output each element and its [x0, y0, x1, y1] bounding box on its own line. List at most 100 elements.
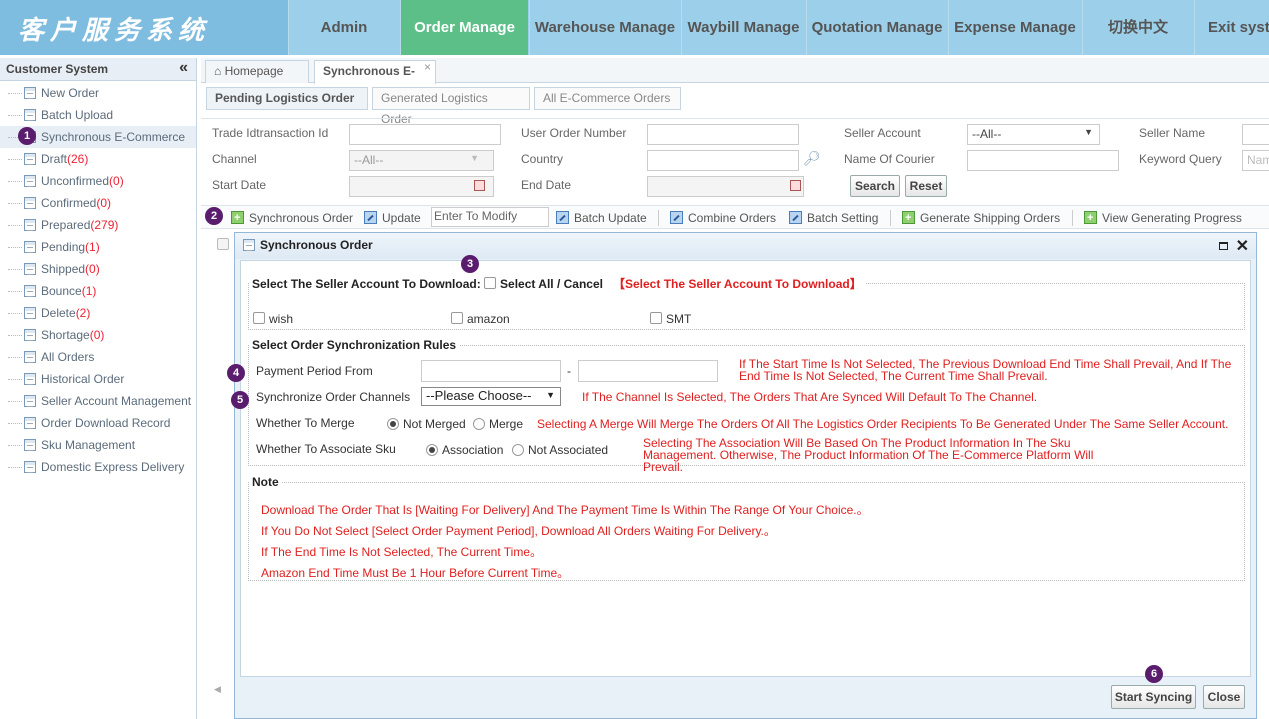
merge-radio[interactable] — [473, 418, 485, 430]
trade-id-input[interactable] — [349, 124, 501, 145]
payment-end-input[interactable] — [578, 360, 718, 382]
sync-order-button[interactable]: Synchronous Order — [231, 209, 353, 227]
sidebar-item[interactable]: Bounce(1) — [8, 280, 96, 302]
subtab-pending-logistics[interactable]: Pending Logistics Order — [206, 87, 368, 110]
batch-setting-button[interactable]: Batch Setting — [789, 209, 878, 227]
sidebar-item[interactable]: Seller Account Management — [8, 390, 191, 412]
country-input[interactable] — [647, 150, 799, 171]
keyword-label: Keyword Query — [1139, 152, 1222, 166]
reset-button[interactable]: Reset — [905, 175, 947, 197]
nav-admin[interactable]: Admin — [288, 0, 399, 55]
subtab-all-ecommerce[interactable]: All E-Commerce Orders — [534, 87, 681, 110]
tree-connector — [8, 159, 22, 161]
not-merged-radio[interactable] — [387, 418, 399, 430]
sidebar-item-count: (0) — [89, 328, 105, 342]
grid-scroll-arrow[interactable]: ◀ — [214, 684, 221, 695]
sidebar-item-label: Historical Order — [41, 372, 125, 386]
start-date-input[interactable] — [349, 176, 494, 197]
sidebar-item[interactable]: Draft(26) — [8, 148, 88, 170]
channel-select[interactable]: --All-- ▼ — [349, 150, 494, 171]
edit-icon — [556, 211, 569, 224]
nav-exit[interactable]: Exit syst — [1194, 0, 1269, 55]
subtab-generated-logistics[interactable]: Generated Logistics Order — [372, 87, 530, 126]
sidebar-item-label: Order Download Record — [41, 416, 171, 430]
home-icon: ⌂ — [214, 64, 222, 78]
sidebar-item[interactable]: Shortage(0) — [8, 324, 104, 346]
note-fieldset: Note Download The Order That Is [Waiting… — [248, 475, 1245, 581]
sidebar-item-count: (1) — [81, 284, 97, 298]
collapse-icon[interactable]: « — [179, 59, 188, 77]
sidebar-item[interactable]: Prepared(279) — [8, 214, 118, 236]
generate-shipping-label: Generate Shipping Orders — [920, 211, 1061, 225]
sidebar-item[interactable]: New Order — [8, 82, 99, 104]
sidebar-item[interactable]: Delete(2) — [8, 302, 90, 324]
sidebar-item[interactable]: Confirmed(0) — [8, 192, 111, 214]
close-button[interactable]: Close — [1203, 685, 1245, 709]
tab-homepage[interactable]: ⌂ Homepage — [205, 60, 309, 83]
add-icon — [902, 209, 915, 227]
account-amazon-checkbox[interactable] — [451, 312, 463, 324]
sidebar-item[interactable]: Sku Management — [8, 434, 135, 456]
end-date-input[interactable] — [647, 176, 804, 197]
payment-start-input[interactable] — [421, 360, 561, 382]
sidebar-item[interactable]: Pending(1) — [8, 236, 100, 258]
nav-language-switch[interactable]: 切换中文 — [1082, 0, 1193, 55]
combine-orders-button[interactable]: Combine Orders — [670, 209, 776, 227]
association-option[interactable]: Association — [426, 443, 503, 457]
sidebar-item[interactable]: All Orders — [8, 346, 94, 368]
start-syncing-button[interactable]: Start Syncing — [1111, 685, 1196, 709]
view-progress-button[interactable]: View Generating Progress — [1084, 209, 1242, 227]
account-smt-label: SMT — [666, 312, 692, 326]
search-button[interactable]: Search — [850, 175, 900, 197]
sidebar-item[interactable]: Order Download Record — [8, 412, 170, 434]
seller-name-input[interactable] — [1242, 124, 1269, 145]
generate-shipping-button[interactable]: Generate Shipping Orders — [902, 209, 1060, 227]
close-icon[interactable]: × — [424, 57, 431, 78]
seller-legend-text: Select The Seller Account To Download: — [252, 277, 481, 291]
filter-panel: Trade Idtransaction Id User Order Number… — [201, 118, 1269, 200]
sidebar-item[interactable]: Domestic Express Delivery — [8, 456, 184, 478]
update-button[interactable]: Update — [364, 209, 421, 227]
batch-update-button[interactable]: Batch Update — [556, 209, 647, 227]
sidebar-item[interactable]: Unconfirmed(0) — [8, 170, 124, 192]
maximize-icon[interactable] — [1219, 242, 1228, 250]
not-associated-option[interactable]: Not Associated — [512, 443, 608, 457]
tree-connector — [8, 313, 22, 315]
user-order-input[interactable] — [647, 124, 799, 145]
modify-input[interactable]: Enter To Modify — [431, 207, 549, 227]
close-icon[interactable]: ✕ — [1236, 236, 1249, 256]
sidebar-item[interactable]: Historical Order — [8, 368, 124, 390]
not-associated-radio[interactable] — [512, 444, 524, 456]
list-icon — [24, 417, 36, 429]
calendar-icon[interactable] — [474, 180, 485, 191]
select-all-checkbox[interactable] — [484, 277, 497, 289]
nav-waybill-manage[interactable]: Waybill Manage — [681, 0, 805, 55]
association-radio[interactable] — [426, 444, 438, 456]
toolbar-divider — [890, 210, 891, 226]
merge-option[interactable]: Merge — [473, 417, 523, 431]
account-amazon-label: amazon — [467, 312, 510, 326]
sidebar-item-label: Shipped — [41, 262, 86, 276]
sidebar-item[interactable]: Shipped(0) — [8, 258, 100, 280]
channels-select[interactable]: --Please Choose-- ▼ — [421, 387, 561, 406]
not-merged-option[interactable]: Not Merged — [387, 417, 466, 431]
courier-input[interactable] — [967, 150, 1119, 171]
tab-synchronous[interactable]: Synchronous E- × — [314, 60, 436, 84]
nav-warehouse-manage[interactable]: Warehouse Manage — [529, 0, 680, 55]
grid-header-checkbox[interactable] — [217, 238, 229, 250]
account-amazon[interactable]: amazon — [451, 312, 510, 326]
nav-expense-manage[interactable]: Expense Manage — [948, 0, 1081, 55]
account-wish[interactable]: wish — [253, 312, 293, 326]
nav-order-manage[interactable]: Order Manage — [400, 0, 528, 55]
seller-account-select[interactable]: --All-- ▼ — [967, 124, 1100, 145]
list-icon — [24, 329, 36, 341]
sidebar-item[interactable]: Batch Upload — [8, 104, 113, 126]
magnifier-icon[interactable]: 🔎︎ — [803, 150, 821, 167]
calendar-icon[interactable] — [790, 180, 801, 191]
keyword-input[interactable]: Nam — [1242, 150, 1269, 171]
account-smt-checkbox[interactable] — [650, 312, 662, 324]
nav-quotation-manage[interactable]: Quotation Manage — [806, 0, 947, 55]
note-line: Amazon End Time Must Be 1 Hour Before Cu… — [261, 566, 570, 580]
account-wish-checkbox[interactable] — [253, 312, 265, 324]
account-smt[interactable]: SMT — [650, 312, 691, 326]
